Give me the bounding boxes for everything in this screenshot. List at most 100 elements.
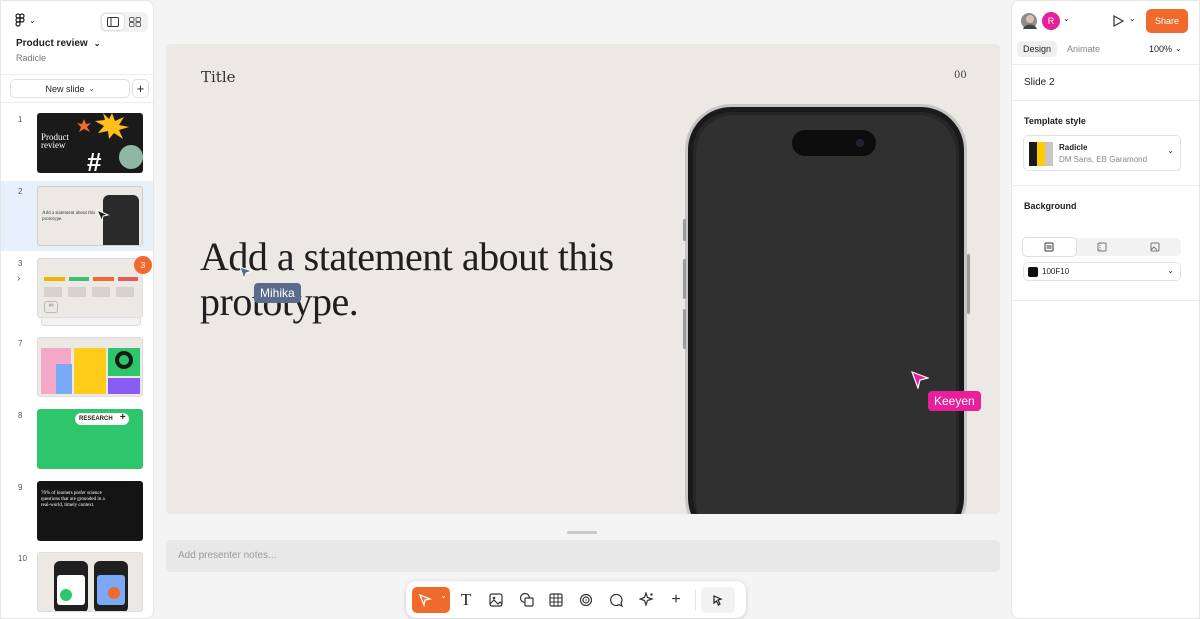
- research-pill: RESEARCH +: [75, 412, 129, 425]
- template-fonts: DM Sans, EB Garamond: [1059, 155, 1148, 164]
- chart-block: [108, 378, 140, 394]
- team-name: Radicle: [16, 53, 47, 63]
- chevron-down-icon[interactable]: ⌄: [1129, 14, 1136, 23]
- chevron-down-icon: ⌄: [1175, 44, 1182, 53]
- slide-preview: Product review #: [37, 113, 143, 173]
- image-tool-button[interactable]: [482, 587, 510, 613]
- main-menu[interactable]: ⌄: [15, 13, 36, 27]
- slide-preview: Add a statement about this prototype.: [37, 186, 143, 246]
- slide-thumbnail-8[interactable]: 8 RESEARCH +: [1, 409, 153, 471]
- handoff-button[interactable]: [701, 586, 735, 613]
- bottom-toolbar: ⌄ T +: [406, 581, 746, 618]
- comment-tool-button[interactable]: [602, 587, 630, 613]
- phone-mockup[interactable]: [685, 104, 967, 514]
- plus-icon: +: [671, 590, 681, 608]
- background-color-field[interactable]: 100F10 ⌄: [1023, 262, 1181, 281]
- file-name[interactable]: Product review ⌄: [16, 38, 100, 49]
- template-section: Template style Radicle DM Sans, EB Garam…: [1012, 101, 1199, 186]
- chevron-down-icon: ⌄: [93, 39, 101, 48]
- figma-logo-icon: [15, 13, 25, 27]
- comment-count-badge[interactable]: 3: [134, 256, 152, 274]
- file-header: ⌄ Product review ⌄ Radicle: [1, 1, 153, 75]
- star-shape-icon: [95, 113, 129, 139]
- chevron-down-icon[interactable]: ⌄: [440, 591, 447, 600]
- table-icon: [549, 592, 563, 607]
- table-rows: [44, 287, 138, 297]
- ai-tool-button[interactable]: [632, 587, 660, 613]
- template-heading: Template style: [1024, 116, 1086, 126]
- color-swatch[interactable]: [1028, 266, 1038, 277]
- avatar[interactable]: R: [1042, 12, 1060, 30]
- slide-canvas[interactable]: Title 00 Add a statement about this prot…: [166, 44, 1000, 514]
- phone-side-button: [967, 254, 970, 314]
- play-icon[interactable]: [1112, 15, 1124, 27]
- add-slide-button[interactable]: +: [132, 79, 149, 98]
- properties-header: R ⌄ ⌄ Share Design Animate 100% ⌄: [1012, 1, 1199, 65]
- zoom-dropdown[interactable]: 100% ⌄: [1149, 44, 1182, 54]
- plus-icon: +: [136, 81, 145, 96]
- notes-resize-handle[interactable]: [567, 531, 597, 534]
- text-tool-button[interactable]: T: [452, 587, 480, 613]
- slide-thumbnail-7[interactable]: 7: [1, 337, 153, 403]
- dynamic-island: [792, 130, 876, 156]
- phone-shape: [54, 561, 88, 611]
- cursor-label-keeyen: Keeyen: [928, 391, 981, 411]
- presenter-notes-field[interactable]: Add presenter notes...: [166, 540, 1000, 572]
- phone-side-button: [683, 259, 686, 299]
- single-view-icon[interactable]: [102, 14, 124, 30]
- hand-pointer-icon: [713, 594, 723, 606]
- template-swatch: [1029, 142, 1053, 166]
- cursor-icon: [96, 209, 110, 223]
- phone-side-button: [683, 309, 686, 349]
- link-icon: ∞: [44, 301, 58, 313]
- embed-tool-button[interactable]: [572, 587, 600, 613]
- solid-fill-icon[interactable]: [1023, 238, 1076, 256]
- background-section: Background 100F10 ⌄: [1012, 186, 1199, 301]
- more-tools-button[interactable]: +: [662, 587, 690, 613]
- hash-shape: #: [87, 147, 102, 173]
- cursor-label-mihika: Mihika: [254, 283, 301, 303]
- table-preview: [44, 277, 138, 281]
- slide-thumbnail-1[interactable]: 1 Product review #: [1, 113, 153, 179]
- sparkle-icon: [638, 592, 654, 607]
- chevron-down-icon: ⌄: [1167, 266, 1174, 275]
- properties-panel: R ⌄ ⌄ Share Design Animate 100% ⌄ Slide …: [1011, 0, 1200, 619]
- shape-tool-button[interactable]: [512, 587, 540, 613]
- statement-text[interactable]: Add a statement about this prototype.: [200, 234, 620, 324]
- chevron-right-icon[interactable]: ›: [17, 273, 20, 284]
- avatar[interactable]: [1020, 12, 1038, 30]
- slide-thumbnail-10[interactable]: 10: [1, 552, 153, 614]
- slide-thumbnail-3[interactable]: 3 › ∞ 3: [1, 253, 153, 331]
- badge-shape-icon: [119, 145, 143, 169]
- template-name: Radicle: [1059, 143, 1088, 152]
- donut-shape: [115, 351, 133, 369]
- collaborator-cursor-icon: [239, 266, 253, 280]
- shapes-icon: [519, 592, 534, 607]
- select-tool-button[interactable]: ⌄: [412, 586, 450, 613]
- phone-shape: [94, 561, 128, 611]
- new-slide-button[interactable]: New slide ⌄: [10, 79, 130, 98]
- slide-thumbnail-2[interactable]: 2 Add a statement about this prototype.: [1, 181, 153, 251]
- gradient-fill-icon[interactable]: [1076, 238, 1129, 256]
- chart-block: [56, 364, 72, 394]
- slide-name-section: Slide 2: [1012, 65, 1199, 101]
- star-shape-icon: [77, 119, 91, 132]
- chevron-down-icon: ⌄: [29, 15, 36, 25]
- chevron-down-icon: ⌄: [88, 85, 95, 93]
- chart-block: [74, 348, 106, 394]
- slide-name[interactable]: Slide 2: [1024, 77, 1055, 88]
- chevron-down-icon[interactable]: ⌄: [1063, 14, 1070, 23]
- slide-title[interactable]: Title: [201, 68, 236, 86]
- table-tool-button[interactable]: [542, 587, 570, 613]
- image-fill-icon[interactable]: [1128, 238, 1181, 256]
- share-button[interactable]: Share: [1146, 9, 1188, 33]
- grid-view-icon[interactable]: [124, 14, 146, 30]
- slide-thumbnail-9[interactable]: 9 76% of learners prefer science questio…: [1, 481, 153, 543]
- collaborator-cursor-icon: [911, 371, 929, 389]
- toolbar-divider: [695, 588, 696, 611]
- slide-preview: ∞: [37, 258, 143, 318]
- tab-design[interactable]: Design: [1017, 41, 1058, 57]
- slides-panel: ⌄ Product review ⌄ Radicle New slide ⌄ +…: [0, 0, 154, 619]
- template-picker[interactable]: Radicle DM Sans, EB Garamond ⌄: [1023, 135, 1181, 171]
- tab-animate[interactable]: Animate: [1061, 41, 1106, 57]
